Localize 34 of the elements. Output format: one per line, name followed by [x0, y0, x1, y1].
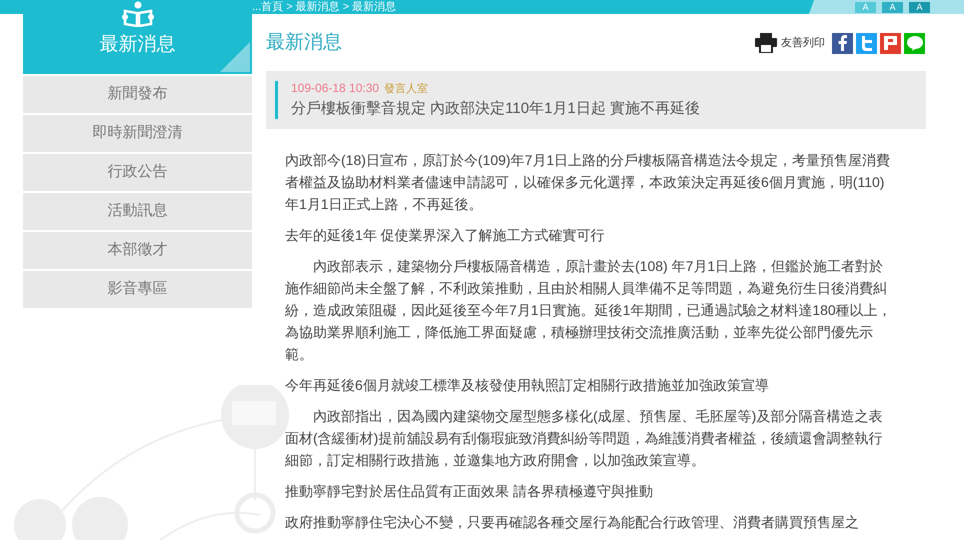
article-unit: 發言人室: [384, 82, 428, 96]
facebook-share-button[interactable]: [832, 32, 853, 54]
article-title: 分戶樓板衝擊音規定 內政部決定110年1月1日起 實施不再延後: [291, 99, 700, 119]
article-paragraph: 內政部今(18)日宣布，原訂於今(109)年7月1日上路的分戶樓板隔音構造法令規定，考量預售屋消費者權益及協助材料業者儘速申請認可，以確保多元化選擇，本政策決定再延後6個月實施，明(110)年1月1日正式上路，不再延後。: [285, 150, 892, 214]
page-title: 最新消息: [266, 31, 342, 55]
letter-p-icon: [884, 36, 897, 50]
article-paragraph: 內政部表示，建築物分戶樓板隔音構造，原計畫於去(108) 年7月1日上路，但鑑於施工者對於施作細節尚未全盤了解，不利政策推動，且由於相關人員準備不足等問題，為避免衍生日後消費糾紛，造成政策阻礙，因此延後至今年7月1日實施。延後1年期間，已通過試驗之材料達180種以上，為協助業界順利施工，降低施工界面疑慮，積極辦理技術交流推廣活動，並率先從公部門優先示範。: [285, 256, 893, 364]
article-paragraph: 內政部指出，因為國內建築物交屋型態多樣化(成屋、預售屋、毛胚屋等)及部分隔音構造之表面材(含緩衝材)提前舖設易有刮傷瑕疵致消費糾紛等問題，為維護消費者權益，後續還會調整執行細節，訂定相關行政措施，並邀集地方政府開會，以加強政策宣導。: [285, 406, 884, 470]
article-paragraph: 今年再延後6個月就竣工標準及核發使用執照訂定相關行政措施並加強政策宣導: [285, 376, 770, 394]
sidebar-menu-item[interactable]: 行政公告: [23, 154, 252, 191]
twitter-share-button[interactable]: [856, 32, 877, 54]
speech-bubble-icon: [906, 36, 922, 51]
article-paragraph: 去年的延後1年 促使業界深入了解施工方式確實可行: [285, 226, 606, 244]
font-size-button[interactable]: A: [855, 2, 876, 12]
print-link[interactable]: 友善列印: [755, 33, 825, 54]
sidebar-menu-item[interactable]: 新聞發布: [23, 76, 252, 113]
line-share-button[interactable]: [904, 32, 925, 54]
article-paragraph: 推動寧靜宅對於居住品質有正面效果 請各界積極遵守與推動: [285, 482, 654, 500]
article-paragraph: 政府推動寧靜住宅決心不變，只要再確認各種交屋行為能配合行政管理、消費者購買預售屋之: [285, 512, 860, 532]
letter-t-icon: [860, 36, 872, 51]
book-icon: [120, 1, 154, 27]
sidebar-menu-item[interactable]: 即時新聞澄清: [23, 115, 252, 152]
sidebar-menu-item[interactable]: 影音專區: [23, 271, 252, 308]
plurk-share-button[interactable]: [880, 32, 901, 54]
facebook-icon: [838, 35, 848, 52]
corner-triangle-icon: [220, 42, 250, 72]
breadcrumb: ...首頁 > 最新消息 > 最新消息: [252, 0, 396, 14]
font-size-button[interactable]: A: [909, 2, 930, 12]
sidebar-title: 最新消息: [100, 33, 176, 57]
printer-icon: [755, 33, 777, 54]
sidebar-menu-item[interactable]: 本部徵才: [23, 232, 252, 269]
article-date: 109-06-18 10:30: [291, 80, 380, 96]
font-size-button[interactable]: A: [882, 2, 903, 12]
sidebar-menu-item[interactable]: 活動訊息: [23, 193, 252, 230]
